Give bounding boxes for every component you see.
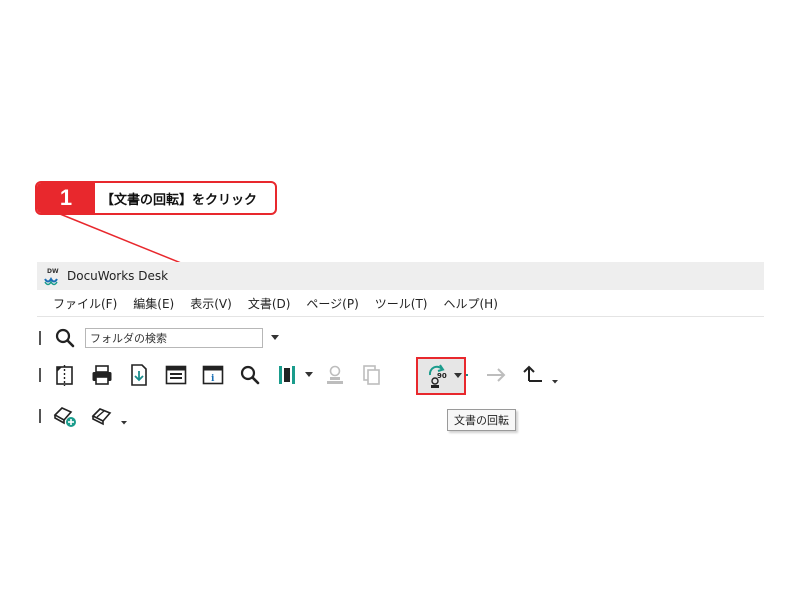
folder-search-input[interactable] [85,328,263,348]
docuworks-logo-icon: DW [37,262,67,290]
menu-edit[interactable]: 編集(E) [125,295,182,312]
eraser-icon[interactable] [88,402,116,430]
title-bar: DW DocuWorks Desk [37,262,764,290]
eraser-add-icon[interactable] [51,402,79,430]
window-title: DocuWorks Desk [67,269,169,283]
eraser-dropdown-arrow[interactable] [118,421,130,425]
menu-bar: ファイル(F) 編集(E) 表示(V) 文書(D) ページ(P) ツール(T) … [37,291,764,317]
rotate-document-button[interactable]: 90 [422,361,466,391]
logo-text: DW [47,268,59,275]
menu-help[interactable]: ヘルプ(H) [436,295,506,312]
menu-view[interactable]: 表示(V) [182,295,240,312]
toolbar-grip[interactable] [39,368,41,382]
rotate-dropdown-arrow[interactable] [454,373,462,379]
rotate-document-icon: 90 [428,364,447,388]
menu-file[interactable]: ファイル(F) [45,295,125,312]
sub-toolbar [37,402,136,430]
binder-dropdown-arrow[interactable] [303,372,315,378]
rotate-badge: 90 [437,372,447,380]
search-icon[interactable] [51,324,79,352]
print-icon[interactable] [88,361,116,389]
forward-arrow-icon [482,361,510,389]
toolbar-grip[interactable] [39,331,41,345]
main-toolbar: i [37,361,567,389]
search-toolbar [37,324,287,352]
svg-text:i: i [211,374,215,384]
docuworks-window: DW DocuWorks Desk ファイル(F) 編集(E) 表示(V) 文書… [37,262,764,440]
viewer-icon[interactable] [162,361,190,389]
search-dropdown-arrow[interactable] [269,335,281,341]
menu-page[interactable]: ページ(P) [298,295,366,312]
menu-tools[interactable]: ツール(T) [367,295,436,312]
stamp-icon [321,361,349,389]
properties-icon[interactable]: i [199,361,227,389]
rotate-tooltip: 文書の回転 [447,409,516,431]
up-folder-icon[interactable] [519,361,547,389]
download-icon[interactable] [125,361,153,389]
split-document-icon[interactable] [51,361,79,389]
copy-pages-icon [358,361,386,389]
instruction-callout: 1 【文書の回転】をクリック [35,181,277,215]
step-instruction: 【文書の回転】をクリック [101,192,258,208]
up-folder-dropdown-arrow[interactable] [549,380,561,384]
menu-document[interactable]: 文書(D) [240,295,299,312]
step-number: 1 [37,183,95,213]
toolbar-grip[interactable] [39,409,41,423]
search-icon[interactable] [236,361,264,389]
binder-icon[interactable] [273,361,301,389]
